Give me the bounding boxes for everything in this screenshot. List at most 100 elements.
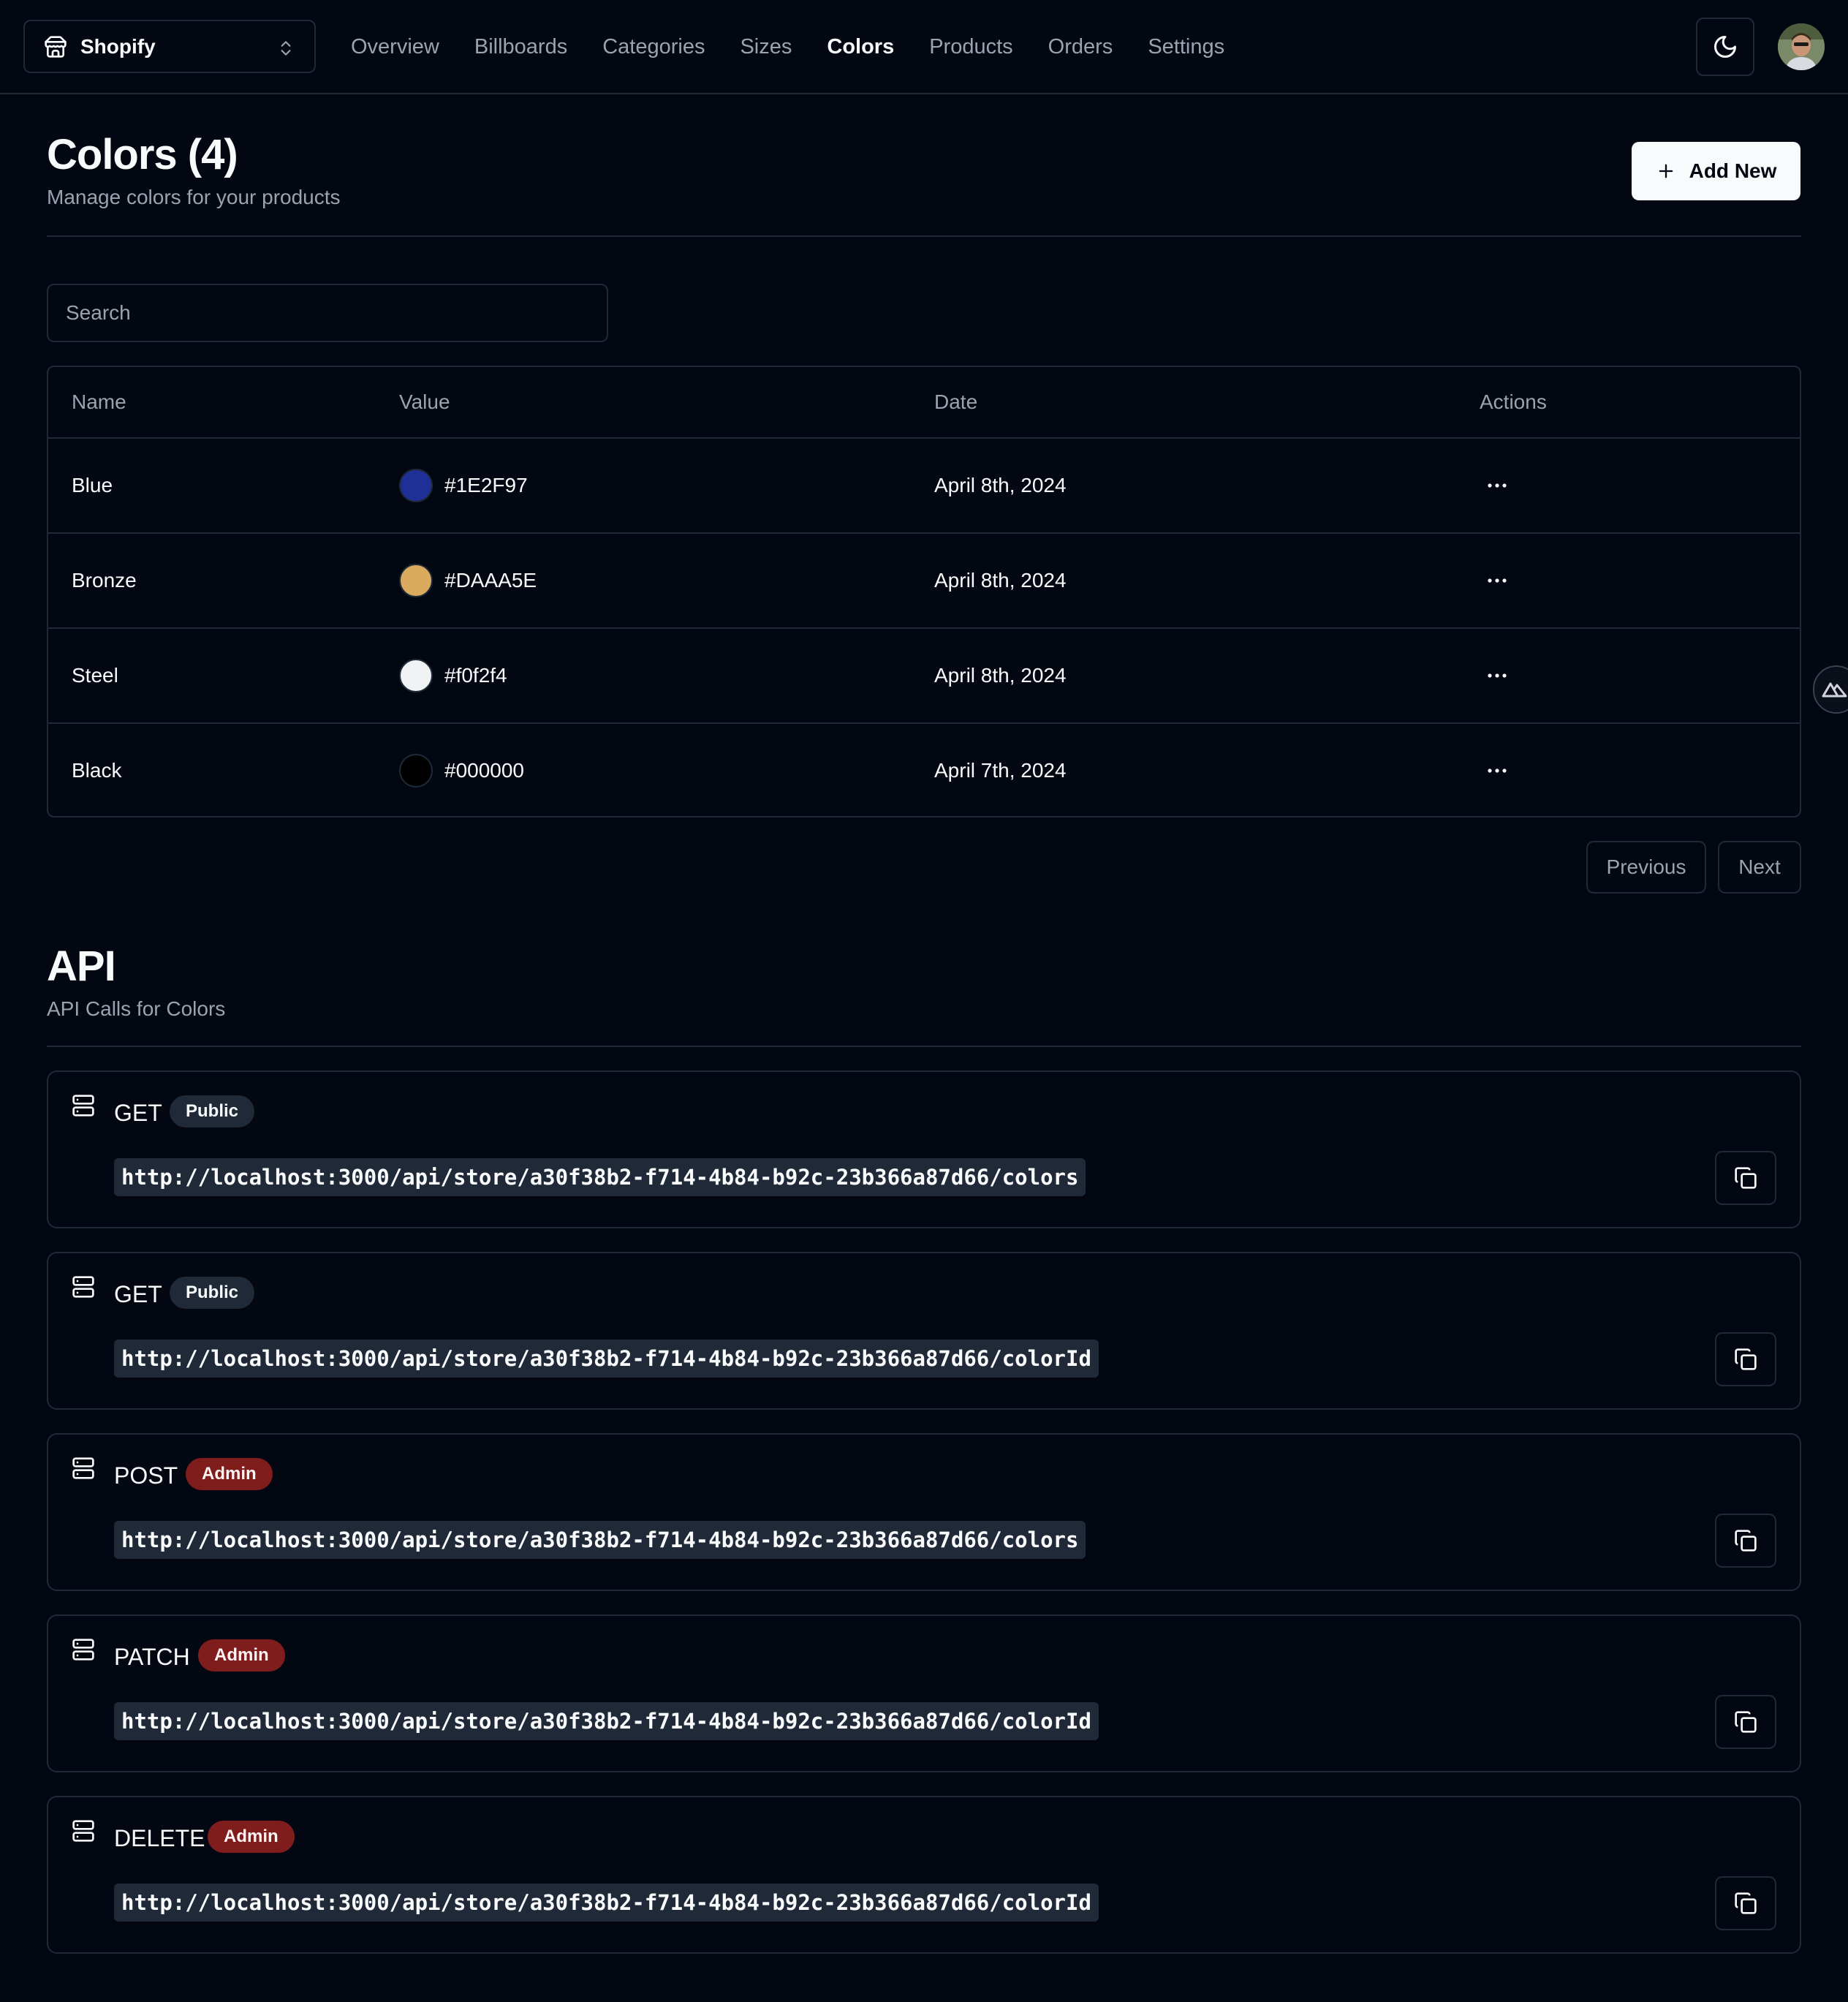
color-swatch [399, 564, 433, 597]
color-value-cell: #000000 [399, 724, 525, 816]
table-row: Steel #f0f2f4 April 8th, 2024 [48, 629, 1800, 724]
server-icon [72, 1638, 95, 1661]
floating-side-tab[interactable] [1813, 665, 1848, 714]
admin-badge: Admin [186, 1458, 273, 1490]
page-description: Manage colors for your products [47, 186, 341, 208]
server-icon [72, 1094, 95, 1117]
color-swatch [399, 469, 433, 502]
color-name: Blue [72, 474, 113, 496]
table-row: Bronze #DAAA5E April 8th, 2024 [48, 534, 1800, 629]
server-icon [72, 1275, 95, 1299]
more-horizontal-icon[interactable] [1480, 468, 1515, 503]
mountain-icon [1822, 681, 1848, 698]
copy-icon [1734, 1348, 1757, 1371]
top-navbar: Shopify Overview Billboards Categories S… [0, 0, 1848, 94]
store-name: Shopify [80, 34, 156, 58]
search-input[interactable] [47, 284, 608, 342]
api-call-card: POST Admin http://localhost:3000/api/sto… [47, 1433, 1801, 1591]
store-switcher[interactable]: Shopify [23, 20, 316, 73]
nav-link-products[interactable]: Products [929, 35, 1012, 59]
api-url: http://localhost:3000/api/store/a30f38b2… [114, 1702, 1099, 1740]
color-value-cell: #f0f2f4 [399, 629, 507, 722]
color-date: April 8th, 2024 [934, 474, 1067, 496]
color-date: April 8th, 2024 [934, 664, 1067, 687]
copy-icon [1734, 1892, 1757, 1915]
copy-icon [1734, 1529, 1757, 1552]
api-call-card: DELETE Admin http://localhost:3000/api/s… [47, 1796, 1801, 1954]
color-value-cell: #1E2F97 [399, 439, 528, 532]
column-header-actions: Actions [1480, 390, 1547, 413]
api-method: DELETE [114, 1825, 205, 1851]
add-new-label: Add New [1689, 159, 1777, 182]
add-new-button[interactable]: Add New [1632, 142, 1800, 200]
admin-badge: Admin [198, 1639, 285, 1672]
nav-link-overview[interactable]: Overview [351, 35, 439, 59]
table-header: Name Value Date Actions [48, 367, 1800, 439]
public-badge: Public [170, 1277, 255, 1309]
api-call-card: GET Public http://localhost:3000/api/sto… [47, 1252, 1801, 1410]
color-name: Black [72, 759, 122, 782]
store-icon [44, 35, 67, 58]
api-url: http://localhost:3000/api/store/a30f38b2… [114, 1521, 1086, 1559]
color-swatch [399, 754, 433, 787]
api-call-card: GET Public http://localhost:3000/api/sto… [47, 1070, 1801, 1228]
color-value: #f0f2f4 [444, 664, 507, 687]
header-divider [47, 235, 1801, 237]
nav-link-colors[interactable]: Colors [827, 35, 894, 59]
column-header-name: Name [72, 390, 126, 413]
row-actions-cell [1480, 439, 1515, 532]
colors-table: Name Value Date Actions Blue #1E2F97 Apr… [47, 366, 1801, 817]
color-date: April 7th, 2024 [934, 759, 1067, 782]
copy-url-button[interactable] [1715, 1876, 1776, 1930]
api-method: POST [114, 1462, 178, 1489]
plus-icon [1656, 161, 1676, 181]
color-value: #000000 [444, 759, 525, 782]
server-icon [72, 1457, 95, 1480]
public-badge: Public [170, 1095, 255, 1127]
more-horizontal-icon[interactable] [1480, 658, 1515, 693]
api-call-card: PATCH Admin http://localhost:3000/api/st… [47, 1614, 1801, 1772]
color-value: #1E2F97 [444, 474, 528, 496]
color-value-cell: #DAAA5E [399, 534, 537, 627]
copy-url-button[interactable] [1715, 1695, 1776, 1749]
color-date: April 8th, 2024 [934, 569, 1067, 592]
row-actions-cell [1480, 724, 1515, 816]
more-horizontal-icon[interactable] [1480, 753, 1515, 788]
copy-url-button[interactable] [1715, 1514, 1776, 1568]
nav-link-categories[interactable]: Categories [602, 35, 705, 59]
row-actions-cell [1480, 534, 1515, 627]
api-divider [47, 1046, 1801, 1047]
main-nav: Overview Billboards Categories Sizes Col… [351, 0, 1260, 94]
chevrons-up-down-icon [276, 37, 295, 59]
api-section-title: API [47, 943, 116, 990]
copy-url-button[interactable] [1715, 1332, 1776, 1386]
api-url: http://localhost:3000/api/store/a30f38b2… [114, 1158, 1086, 1196]
column-header-date: Date [934, 390, 978, 413]
column-header-value: Value [399, 390, 450, 413]
theme-toggle-button[interactable] [1696, 18, 1754, 76]
nav-link-settings[interactable]: Settings [1148, 35, 1224, 59]
api-url: http://localhost:3000/api/store/a30f38b2… [114, 1884, 1099, 1922]
color-value: #DAAA5E [444, 569, 537, 592]
api-method: GET [114, 1281, 162, 1307]
nav-link-billboards[interactable]: Billboards [474, 35, 567, 59]
nav-link-sizes[interactable]: Sizes [740, 35, 792, 59]
copy-icon [1734, 1166, 1757, 1190]
nav-link-orders[interactable]: Orders [1048, 35, 1113, 59]
color-name: Steel [72, 664, 118, 687]
page-title: Colors (4) [47, 131, 238, 178]
moon-icon [1712, 34, 1738, 60]
admin-badge: Admin [208, 1821, 295, 1853]
color-name: Bronze [72, 569, 137, 592]
previous-page-button[interactable]: Previous [1586, 841, 1706, 894]
api-method: GET [114, 1100, 162, 1126]
api-url: http://localhost:3000/api/store/a30f38b2… [114, 1340, 1099, 1378]
copy-url-button[interactable] [1715, 1151, 1776, 1205]
user-avatar[interactable] [1778, 23, 1825, 70]
server-icon [72, 1819, 95, 1843]
more-horizontal-icon[interactable] [1480, 563, 1515, 598]
row-actions-cell [1480, 629, 1515, 722]
next-page-button[interactable]: Next [1718, 841, 1801, 894]
copy-icon [1734, 1710, 1757, 1734]
color-swatch [399, 659, 433, 692]
